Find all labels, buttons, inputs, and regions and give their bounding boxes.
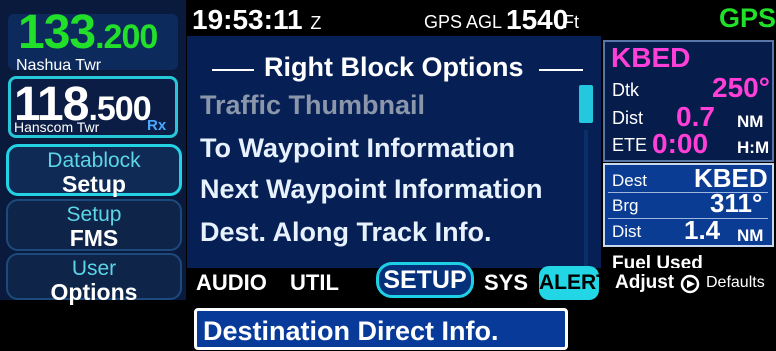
tab-alert[interactable]: ALERT (539, 266, 609, 300)
setup-fms-button[interactable]: Setup FMS (6, 199, 182, 251)
option-to-waypoint-info[interactable]: To Waypoint Information (200, 133, 515, 164)
time-value: 19:53:11 (192, 4, 303, 35)
active-freq-main: 133 (18, 6, 96, 59)
brg-label: Brg (612, 196, 639, 215)
dtk-label: Dtk (612, 80, 639, 100)
button-label-line2: FMS (69, 225, 119, 251)
list-scrollbar-thumb[interactable] (579, 85, 593, 123)
rx-badge: Rx (147, 117, 167, 134)
title-rule-left (212, 69, 256, 71)
button-label-line1: Setup (66, 203, 122, 226)
panel-title: Right Block Options (254, 52, 534, 83)
dtk-value: 250° (712, 72, 770, 103)
tab-util[interactable]: UTIL (290, 270, 339, 296)
option-dest-along-track-info[interactable]: Dest. Along Track Info. (200, 217, 492, 248)
dest-dist-unit: NM (737, 226, 764, 245)
dist-unit: NM (737, 112, 764, 131)
active-freq-sub: .200 (95, 18, 158, 56)
ete-unit: H:M (737, 138, 770, 157)
option-next-waypoint-info[interactable]: Next Waypoint Information (200, 174, 543, 205)
dest-dist-label: Dist (612, 222, 642, 241)
title-rule-right (539, 69, 583, 71)
to-waypoint-id: KBED (611, 42, 691, 73)
defaults-label[interactable]: Defaults (706, 274, 765, 292)
button-label-line1: Datablock (47, 149, 141, 172)
button-label-line2: Setup (62, 171, 126, 197)
ete-label: ETE (612, 135, 648, 155)
nav-source-indicator: GPS (719, 3, 776, 33)
tab-sys[interactable]: SYS (484, 270, 528, 296)
adjust-label: Adjust (615, 272, 675, 293)
option-destination-direct-info[interactable]: Destination Direct Info. (194, 308, 568, 350)
utc-time: 19:53:11 Z (192, 4, 321, 36)
dest-dist-value: 1.4 (684, 215, 721, 245)
button-label-line2: Options (50, 279, 138, 305)
datablock-setup-button[interactable]: Datablock Setup (6, 144, 182, 196)
gps-agl-label: GPS AGL (424, 12, 503, 32)
active-frequency: 133.200 (18, 6, 158, 62)
agl-value: 1540 (506, 4, 569, 35)
standby-station-name: Hanscom Twr (14, 119, 100, 135)
button-label-line1: User (71, 257, 117, 280)
dist-label: Dist (612, 108, 643, 128)
ete-value: 0:00 (652, 128, 709, 159)
list-scrollbar-track[interactable] (584, 130, 588, 280)
tab-setup[interactable]: SETUP (376, 262, 474, 298)
dest-label: Dest (612, 171, 647, 190)
option-traffic-thumbnail[interactable]: Traffic Thumbnail (200, 90, 425, 121)
user-options-button[interactable]: User Options (6, 253, 182, 304)
time-zone: Z (310, 13, 322, 33)
agl-unit: Ft (563, 12, 579, 32)
active-station-name: Nashua Twr (16, 57, 102, 74)
knob-icon (680, 274, 702, 299)
tab-audio[interactable]: AUDIO (196, 270, 267, 296)
